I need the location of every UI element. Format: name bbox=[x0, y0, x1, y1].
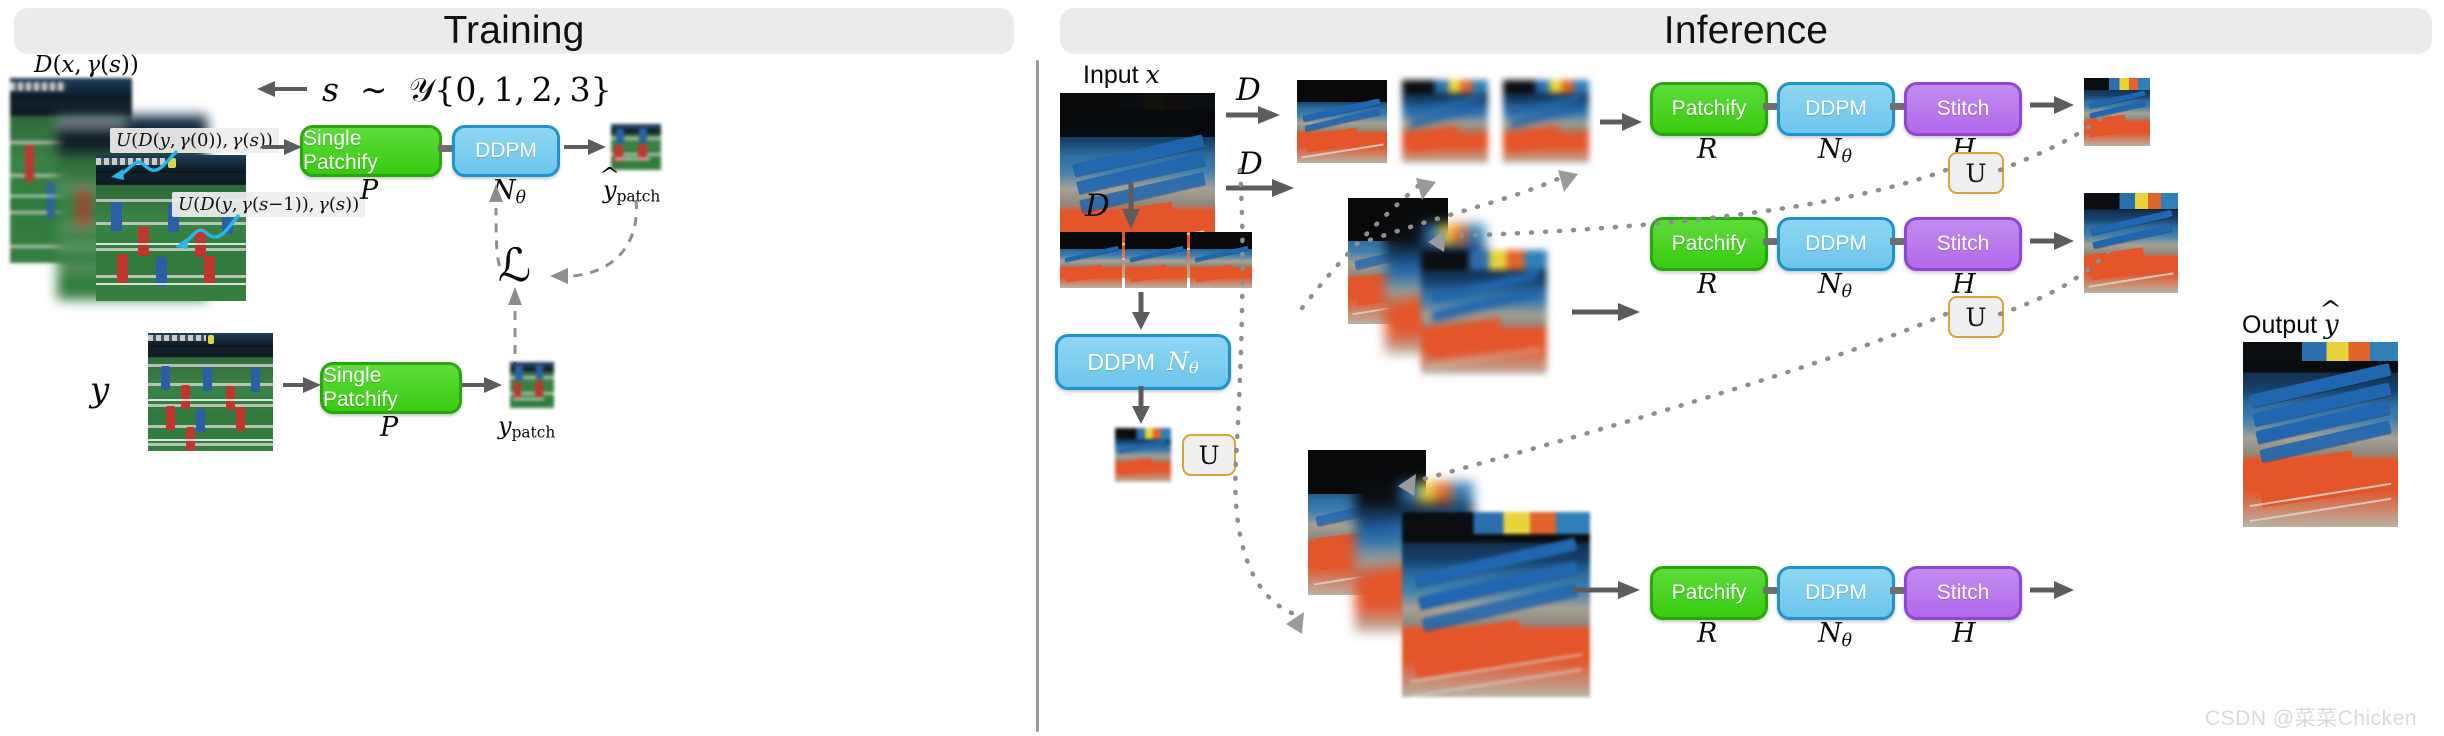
inference-row3-nub-2 bbox=[1890, 587, 1904, 594]
inference-arrow-row1-to-result bbox=[2030, 95, 2076, 115]
training-gt-image bbox=[148, 333, 273, 451]
inference-row2-result-image bbox=[2084, 193, 2178, 293]
inference-row1-nub-1 bbox=[1763, 103, 1777, 110]
training-single-patchify-block[interactable]: Single Patchify bbox=[300, 125, 442, 177]
inference-mini-tile-1 bbox=[1060, 232, 1122, 288]
training-gt-patch-image bbox=[510, 362, 554, 408]
inference-mini-tile-3 bbox=[1190, 232, 1252, 288]
inference-tile-row1-3 bbox=[1503, 80, 1589, 163]
inference-row2-patchify-symbol: R bbox=[1697, 269, 1718, 300]
training-title: Training bbox=[443, 9, 585, 52]
inference-row2-ddpm-symbol: Nθ bbox=[1818, 269, 1853, 302]
inference-arrow-row3-to-patchify bbox=[1572, 580, 1642, 600]
inference-downsample-symbol-down: D bbox=[1085, 188, 1110, 224]
inference-row1-patchify-block[interactable]: Patchify bbox=[1650, 82, 1768, 136]
training-ddpm-block[interactable]: DDPM bbox=[452, 125, 560, 177]
inference-tile-row1-2 bbox=[1402, 80, 1488, 163]
inference-arrow-d-row2 bbox=[1226, 178, 1296, 198]
inference-mini-tile-2 bbox=[1125, 232, 1187, 288]
training-gt-patch-label: ypatch bbox=[498, 412, 556, 442]
inference-arrow-row2-to-result bbox=[2030, 231, 2076, 251]
training-single-patchify-symbol: P bbox=[360, 175, 379, 206]
inference-row1-stitch-block[interactable]: Stitch bbox=[1904, 82, 2022, 136]
inference-inline-ddpm-block[interactable]: DDPM Nθ bbox=[1055, 334, 1231, 390]
training-gt-arrow-to-output bbox=[462, 375, 504, 395]
inference-row3-ddpm-label: DDPM bbox=[1805, 581, 1867, 604]
inference-row1-ddpm-symbol: Nθ bbox=[1818, 134, 1853, 167]
inference-upsample-tag-inline[interactable]: U bbox=[1182, 434, 1236, 476]
training-gt-single-patchify-block[interactable]: Single Patchify bbox=[320, 362, 462, 414]
inference-row3-stitch-block[interactable]: Stitch bbox=[1904, 566, 2022, 620]
inference-arrow-row2-to-patchify bbox=[1572, 302, 1642, 322]
inference-row1-patchify-label: Patchify bbox=[1671, 97, 1747, 120]
inference-arrow-d-row1 bbox=[1226, 105, 1282, 125]
inference-title: Inference bbox=[1663, 9, 1829, 52]
training-banner: Training bbox=[14, 8, 1014, 54]
training-input-stack-label: D(x, γ(s)) bbox=[34, 52, 139, 78]
inference-row1-result-image bbox=[2084, 78, 2150, 146]
inference-ddpm-output-patch bbox=[1115, 428, 1171, 482]
inference-arrow-tiles-to-ddpm bbox=[1130, 292, 1152, 332]
inference-downsample-symbol-row2: D bbox=[1238, 146, 1263, 182]
inference-arrow-row1-to-patchify bbox=[1600, 112, 1644, 132]
sampling-arrow-left bbox=[255, 78, 309, 100]
inference-row2-stitch-label: Stitch bbox=[1936, 232, 1990, 255]
inference-arrow-row3-to-output bbox=[2030, 580, 2076, 600]
inference-upsample-tag-1[interactable]: U bbox=[1948, 152, 2004, 194]
inference-row1-stitch-label: Stitch bbox=[1936, 97, 1990, 120]
inference-row2-stack-3 bbox=[1421, 250, 1547, 374]
inference-row3-patchify-label: Patchify bbox=[1671, 581, 1747, 604]
training-gt-label: y bbox=[90, 370, 110, 410]
inference-inline-ddpm-label: DDPM bbox=[1087, 348, 1156, 375]
inference-row3-stitch-label: Stitch bbox=[1936, 581, 1990, 604]
inference-output-image bbox=[2243, 342, 2398, 527]
inference-row2-nub-2 bbox=[1890, 238, 1904, 245]
inference-row3-patchify-symbol: R bbox=[1697, 618, 1718, 649]
inference-row3-stitch-symbol: H bbox=[1952, 618, 1976, 649]
cyan-pointer-bottom bbox=[175, 214, 240, 249]
inference-row1-ddpm-block[interactable]: DDPM bbox=[1777, 82, 1895, 136]
inference-row3-ddpm-symbol: Nθ bbox=[1818, 618, 1853, 651]
training-ddpm-label: DDPM bbox=[475, 139, 537, 162]
inference-inline-ddpm-symbol: Nθ bbox=[1167, 346, 1199, 378]
sampling-label: s ∼ 𝒴{0, 1, 2, 3} bbox=[322, 70, 612, 109]
inference-banner: Inference bbox=[1060, 8, 2432, 54]
training-gt-arrow-to-patchify bbox=[283, 375, 323, 395]
inference-downsample-symbol-row1: D bbox=[1236, 72, 1261, 108]
training-gt-single-patchify-symbol: P bbox=[380, 412, 399, 443]
inference-output-label: Output y bbox=[2242, 310, 2339, 340]
training-arrow-to-patchify bbox=[262, 137, 304, 157]
training-arrow-to-output bbox=[564, 137, 608, 157]
training-connector-nub-1 bbox=[438, 145, 452, 152]
inference-row3-nub-1 bbox=[1763, 587, 1777, 594]
panel-divider bbox=[1036, 60, 1039, 732]
inference-upsample-tag-2[interactable]: U bbox=[1948, 296, 2004, 338]
inference-row3-stack-3 bbox=[1402, 512, 1590, 697]
watermark: CSDN @菜菜Chicken bbox=[2205, 707, 2418, 730]
inference-row2-patchify-label: Patchify bbox=[1671, 232, 1747, 255]
inference-row2-ddpm-label: DDPM bbox=[1805, 232, 1867, 255]
inference-row1-ddpm-label: DDPM bbox=[1805, 97, 1867, 120]
inference-row2-patchify-block[interactable]: Patchify bbox=[1650, 217, 1768, 271]
inference-input-label: Input x bbox=[1083, 60, 1160, 89]
inference-row1-nub-2 bbox=[1890, 103, 1904, 110]
inference-row2-nub-1 bbox=[1763, 238, 1777, 245]
inference-arrow-d-down bbox=[1120, 183, 1142, 231]
inference-arrow-ddpm-to-patch bbox=[1130, 386, 1152, 426]
inference-row2-ddpm-block[interactable]: DDPM bbox=[1777, 217, 1895, 271]
inference-row3-ddpm-block[interactable]: DDPM bbox=[1777, 566, 1895, 620]
inference-row1-patchify-symbol: R bbox=[1697, 134, 1718, 165]
inference-tile-row1-1 bbox=[1297, 80, 1387, 163]
inference-row2-stitch-block[interactable]: Stitch bbox=[1904, 217, 2022, 271]
training-single-patchify-label: Single Patchify bbox=[303, 127, 378, 174]
cyan-pointer-top bbox=[111, 150, 178, 180]
training-gt-single-patchify-label: Single Patchify bbox=[323, 364, 398, 411]
inference-row3-patchify-block[interactable]: Patchify bbox=[1650, 566, 1768, 620]
